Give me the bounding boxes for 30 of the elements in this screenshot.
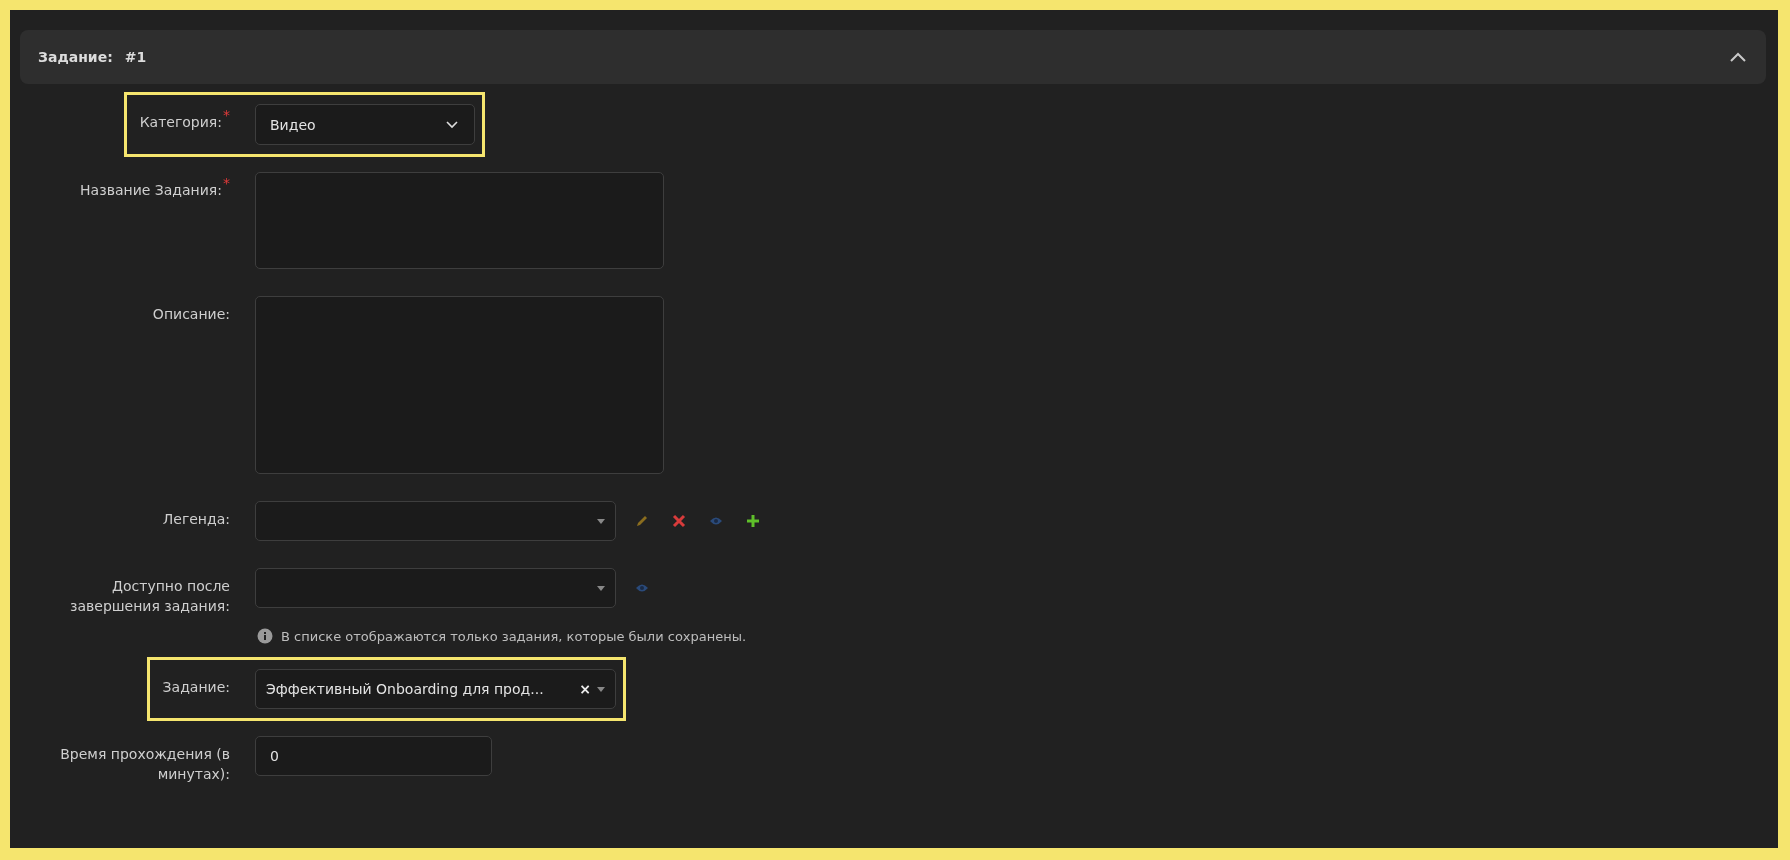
required-mark: * <box>223 108 230 122</box>
info-icon <box>257 628 273 644</box>
chevron-up-icon <box>1730 52 1746 62</box>
hint-text: В списке отображаются только задания, которые были сохранены. <box>281 628 747 644</box>
field-label: Описание: <box>152 305 230 324</box>
task-number: #1 <box>124 49 147 65</box>
field-label: Задание: <box>162 678 230 697</box>
text-area[interactable] <box>255 172 664 269</box>
number-field[interactable]: 0 <box>255 736 492 776</box>
field-label: Категория: <box>139 113 222 132</box>
field-label: Название Задания: <box>80 181 222 200</box>
text-area[interactable] <box>255 296 664 474</box>
pencil-icon[interactable] <box>635 514 649 528</box>
dropdown[interactable]: Эффективный Onboarding для прод... × <box>255 669 616 709</box>
field-label: Доступно после завершения задания: <box>69 577 230 616</box>
category-dropdown[interactable]: Видео <box>255 104 475 145</box>
clear-button[interactable]: × <box>579 681 591 697</box>
triangle-down-icon <box>597 585 605 591</box>
plus-icon[interactable] <box>746 514 760 528</box>
field-label: Легенда: <box>162 510 230 529</box>
panel-title: Задание: <box>38 49 113 65</box>
triangle-down-icon <box>597 686 605 692</box>
dropdown[interactable] <box>255 568 616 608</box>
triangle-down-icon <box>597 518 605 524</box>
dropdown[interactable] <box>255 501 616 541</box>
panel-header[interactable]: Задание: #1 <box>20 30 1766 84</box>
field-label: Время прохождения (в минутах): <box>59 745 230 784</box>
required-mark: * <box>223 176 230 190</box>
close-icon[interactable] <box>672 514 686 528</box>
chevron-down-icon <box>446 120 458 129</box>
